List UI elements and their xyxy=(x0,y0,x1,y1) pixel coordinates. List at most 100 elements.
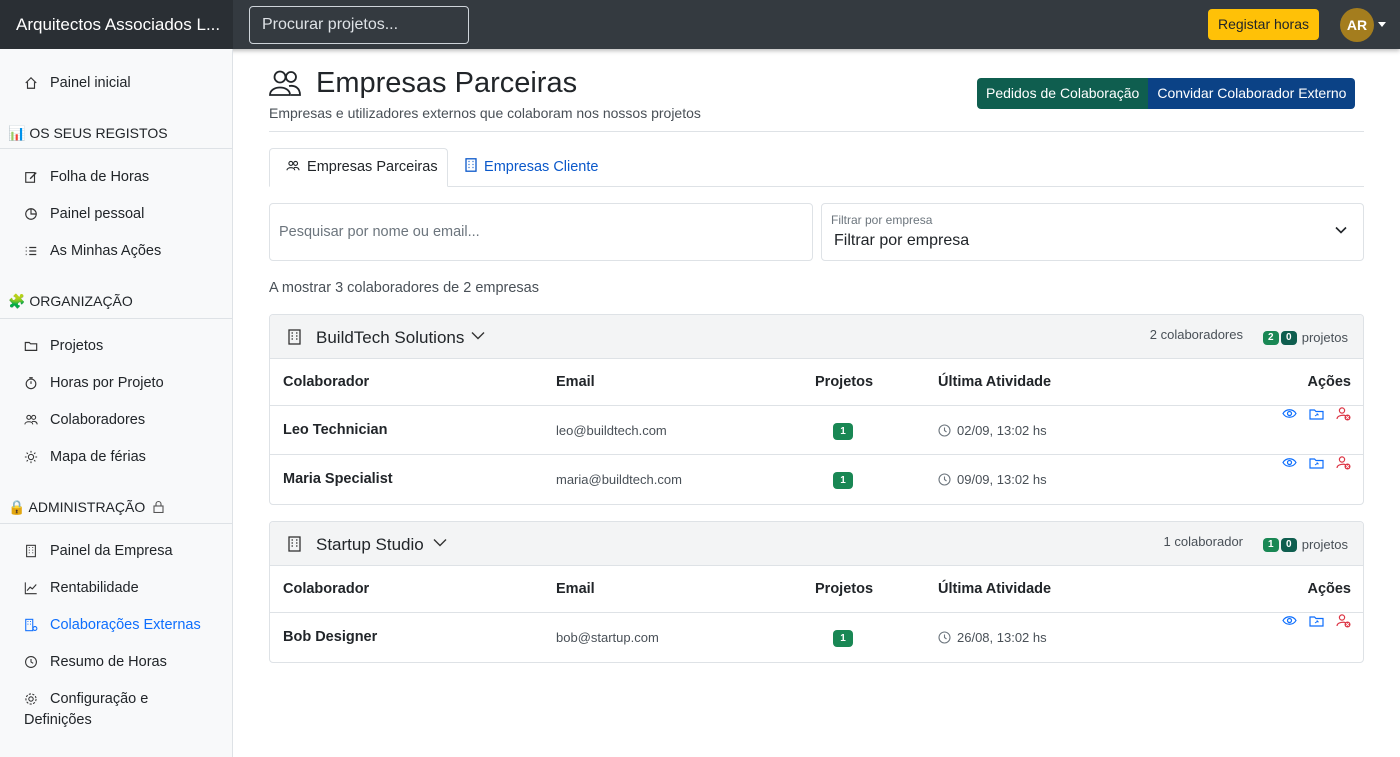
col-collaborator: Colaborador xyxy=(283,581,370,597)
clock-history-icon xyxy=(25,656,37,668)
project-count-badge: 1 xyxy=(833,422,853,440)
sidebar-item-external-collaborations[interactable]: Colaborações Externas xyxy=(24,617,201,633)
table-row: Maria Specialist maria@buildtech.com 1 0… xyxy=(270,455,1363,504)
list-check-icon xyxy=(25,246,37,256)
sidebar-item-personal-dashboard[interactable]: Painel pessoal xyxy=(24,206,144,222)
col-actions: Ações xyxy=(1307,581,1351,597)
building-icon xyxy=(465,158,477,172)
eye-icon[interactable] xyxy=(1282,408,1297,419)
person-remove-icon[interactable] xyxy=(1336,613,1351,628)
sidebar-item-collaborators[interactable]: Colaboradores xyxy=(24,412,145,428)
company-card-header[interactable]: BuildTech Solutions 2 colaboradores 2 0 … xyxy=(270,315,1363,359)
sidebar-item-label: Colaborações Externas xyxy=(50,617,201,633)
row-actions xyxy=(1282,613,1351,628)
clock-icon xyxy=(938,631,951,644)
sidebar-item-hours-per-project[interactable]: Horas por Projeto xyxy=(24,375,164,391)
sidebar-item-label: Definições xyxy=(24,712,92,728)
active-projects-badge: 1 xyxy=(1262,537,1279,552)
col-email: Email xyxy=(556,581,595,597)
company-name: Startup Studio xyxy=(316,535,424,554)
person-remove-icon[interactable] xyxy=(1336,406,1351,421)
folder-symlink-icon[interactable] xyxy=(1309,457,1324,469)
sidebar-item-home[interactable]: Painel inicial xyxy=(24,75,131,91)
row-actions xyxy=(1282,406,1351,421)
table-header: Colaborador Email Projetos Última Ativid… xyxy=(270,359,1363,406)
sidebar-item-label: Colaboradores xyxy=(50,412,146,428)
collaborator-email: bob@startup.com xyxy=(556,630,659,645)
last-activity-text: 26/08, 13:02 hs xyxy=(957,630,1047,645)
company-filter-select[interactable]: Filtrar por empresa Filtrar por empresa xyxy=(821,203,1364,261)
sidebar-item-label: Configuração e xyxy=(50,691,149,707)
sidebar-item-label: Painel da Empresa xyxy=(50,543,173,559)
building-icon xyxy=(26,544,36,558)
graph-up-icon xyxy=(24,582,37,595)
top-navbar: Arquitectos Associados L... Procurar pro… xyxy=(0,0,1400,49)
results-summary: A mostrar 3 colaboradores de 2 empresas xyxy=(269,280,539,296)
invite-external-collaborator-button[interactable]: Convidar Colaborador Externo xyxy=(1148,78,1356,109)
projects-word: projetos xyxy=(1301,537,1348,552)
sidebar-section-records: 📊 OS SEUS REGISTOS xyxy=(8,125,168,141)
col-last-activity: Última Atividade xyxy=(938,581,1052,597)
collaborator-search-input[interactable]: Pesquisar por nome ou email... xyxy=(269,203,813,261)
sidebar-item-company-dashboard[interactable]: Painel da Empresa xyxy=(24,543,173,559)
row-actions xyxy=(1282,455,1351,470)
sidebar-item-vacation-map[interactable]: Mapa de férias xyxy=(24,449,146,465)
app-brand[interactable]: Arquitectos Associados L... xyxy=(0,0,233,49)
last-activity-cell: 26/08, 13:02 hs xyxy=(938,613,1047,662)
header-divider xyxy=(269,131,1364,132)
collaboration-requests-button[interactable]: Pedidos de Colaboração xyxy=(977,78,1149,109)
project-badges: 1 0 projetos xyxy=(1262,537,1348,552)
stopwatch-icon xyxy=(25,377,37,390)
chevron-down-icon[interactable] xyxy=(433,538,447,547)
tab-label: Empresas Cliente xyxy=(484,159,599,175)
sidebar-item-hours-summary[interactable]: Resumo de Horas xyxy=(24,654,167,670)
sidebar: Painel inicial 📊 OS SEUS REGISTOS Folha … xyxy=(0,49,233,757)
company-name: BuildTech Solutions xyxy=(316,328,465,347)
project-badges: 2 0 projetos xyxy=(1262,330,1348,345)
collaborator-count: 2 colaboradores xyxy=(1149,327,1243,342)
sidebar-item-label: As Minhas Ações xyxy=(50,243,162,259)
table-header: Colaborador Email Projetos Última Ativid… xyxy=(270,566,1363,613)
sidebar-item-label: Painel inicial xyxy=(50,75,131,91)
pie-chart-icon xyxy=(25,208,37,220)
project-search-input[interactable]: Procurar projetos... xyxy=(249,6,469,44)
projects-word: projetos xyxy=(1301,330,1348,345)
pencil-square-icon xyxy=(25,172,37,183)
person-remove-icon[interactable] xyxy=(1336,455,1351,470)
sidebar-item-label: Resumo de Horas xyxy=(50,654,167,670)
sidebar-item-settings-line2[interactable]: Definições xyxy=(24,712,92,728)
building-icon xyxy=(288,536,301,552)
building-icon xyxy=(288,329,301,345)
company-card-header[interactable]: Startup Studio 1 colaborador 1 0 projeto… xyxy=(270,522,1363,566)
tab-label: Empresas Parceiras xyxy=(307,159,438,175)
table-row: Leo Technician leo@buildtech.com 1 02/09… xyxy=(270,406,1363,455)
sidebar-item-timesheet[interactable]: Folha de Horas xyxy=(24,169,149,185)
chevron-down-icon[interactable] xyxy=(471,331,485,340)
folder-icon xyxy=(24,341,38,351)
folder-symlink-icon[interactable] xyxy=(1309,408,1324,420)
user-avatar[interactable]: AR xyxy=(1340,8,1374,42)
eye-icon[interactable] xyxy=(1282,457,1297,468)
sidebar-item-settings[interactable]: Configuração e xyxy=(24,691,148,707)
chevron-down-icon xyxy=(1335,226,1347,234)
projects-cell: 1 xyxy=(815,455,853,504)
sidebar-item-profitability[interactable]: Rentabilidade xyxy=(24,580,139,596)
collaborator-email: maria@buildtech.com xyxy=(556,472,682,487)
tab-client-companies[interactable]: Empresas Cliente xyxy=(465,148,598,187)
collaborator-name: Maria Specialist xyxy=(283,471,393,487)
pending-projects-badge: 0 xyxy=(1280,537,1297,552)
sidebar-item-label: Rentabilidade xyxy=(50,580,139,596)
log-hours-button[interactable]: Registar horas xyxy=(1208,9,1319,40)
main-content: Empresas Parceiras Empresas e utilizador… xyxy=(233,49,1400,757)
sidebar-divider xyxy=(0,523,232,524)
eye-icon[interactable] xyxy=(1282,615,1297,626)
tab-partner-companies[interactable]: Empresas Parceiras xyxy=(269,148,448,187)
folder-symlink-icon[interactable] xyxy=(1309,615,1324,627)
sidebar-item-label: Horas por Projeto xyxy=(50,375,164,391)
avatar-dropdown-caret-icon[interactable] xyxy=(1378,22,1386,27)
last-activity-text: 02/09, 13:02 hs xyxy=(957,423,1047,438)
projects-cell: 1 xyxy=(815,613,853,662)
sidebar-item-projects[interactable]: Projetos xyxy=(24,338,103,354)
sidebar-item-my-actions[interactable]: As Minhas Ações xyxy=(24,243,161,259)
sidebar-item-label: Mapa de férias xyxy=(50,449,146,465)
